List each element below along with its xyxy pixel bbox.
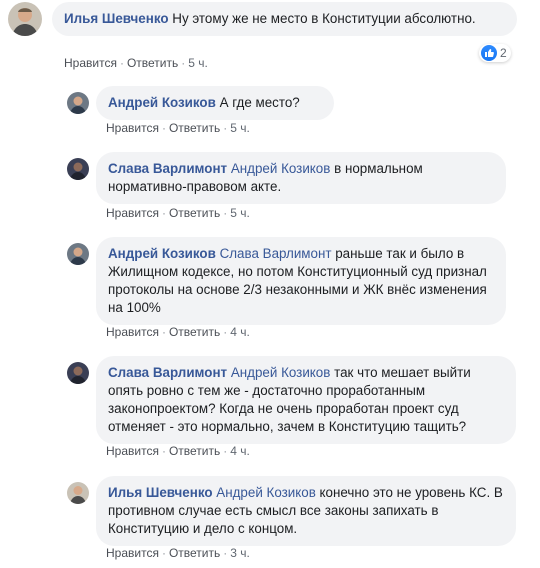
separator: · xyxy=(223,206,228,220)
comment-bubble: Слава Варлимонт Андрей Козиков в нормаль… xyxy=(96,152,506,204)
comment-actions: Нравится · Ответить · 4 ч. xyxy=(106,444,250,458)
separator: · xyxy=(161,121,166,135)
comment-actions: Нравится · Ответить · 5 ч. xyxy=(64,56,208,70)
like-link[interactable]: Нравится xyxy=(106,206,159,220)
comment-time[interactable]: 5 ч. xyxy=(230,121,250,135)
like-link[interactable]: Нравится xyxy=(106,121,159,135)
separator: · xyxy=(223,121,228,135)
separator: · xyxy=(161,206,166,220)
comment-bubble: Андрей Козиков Слава Варлимонт раньше та… xyxy=(96,237,506,325)
reply-link[interactable]: Ответить xyxy=(169,325,220,339)
comment-time[interactable]: 4 ч. xyxy=(230,325,250,339)
avatar[interactable] xyxy=(67,482,89,504)
mention-link[interactable]: Слава Варлимонт xyxy=(220,246,332,261)
reply-link[interactable]: Ответить xyxy=(169,121,220,135)
reaction-count: 2 xyxy=(500,46,507,60)
mention-link[interactable]: Андрей Козиков xyxy=(231,161,331,176)
reply-link[interactable]: Ответить xyxy=(169,546,220,560)
comment-author[interactable]: Слава Варлимонт xyxy=(108,365,227,380)
separator: · xyxy=(223,444,228,458)
mention-link[interactable]: Андрей Козиков xyxy=(216,485,316,500)
like-icon xyxy=(481,45,497,61)
comment-actions: Нравится · Ответить · 3 ч. xyxy=(106,546,250,560)
comment-text: Ну этому же не место в Конституции абсол… xyxy=(172,11,476,26)
like-link[interactable]: Нравится xyxy=(106,546,159,560)
separator: · xyxy=(223,325,228,339)
avatar[interactable] xyxy=(67,158,89,180)
comment-time[interactable]: 3 ч. xyxy=(230,546,250,560)
separator: · xyxy=(161,325,166,339)
avatar[interactable] xyxy=(67,92,89,114)
reply-link[interactable]: Ответить xyxy=(169,206,220,220)
comment-bubble: Илья Шевченко Андрей Козиков конечно это… xyxy=(96,476,516,546)
avatar[interactable] xyxy=(8,2,42,36)
separator: · xyxy=(161,444,166,458)
comment-time[interactable]: 5 ч. xyxy=(188,56,208,70)
comment-time[interactable]: 4 ч. xyxy=(230,444,250,458)
comment-bubble: Андрей Козиков А где место? xyxy=(96,86,334,120)
like-link[interactable]: Нравится xyxy=(106,325,159,339)
comment-author[interactable]: Слава Варлимонт xyxy=(108,161,227,176)
comment-actions: Нравится · Ответить · 5 ч. xyxy=(106,121,250,135)
like-link[interactable]: Нравится xyxy=(64,56,117,70)
comment-author[interactable]: Илья Шевченко xyxy=(64,11,169,26)
separator: · xyxy=(161,546,166,560)
separator: · xyxy=(119,56,124,70)
like-link[interactable]: Нравится xyxy=(106,444,159,458)
reaction-badge[interactable]: 2 xyxy=(479,44,511,62)
reply-link[interactable]: Ответить xyxy=(127,56,178,70)
separator: · xyxy=(223,546,228,560)
comment-bubble: Слава Варлимонт Андрей Козиков так что м… xyxy=(96,356,516,444)
avatar[interactable] xyxy=(67,362,89,384)
comment-actions: Нравится · Ответить · 4 ч. xyxy=(106,325,250,339)
reply-link[interactable]: Ответить xyxy=(169,444,220,458)
comment-author[interactable]: Илья Шевченко xyxy=(108,485,213,500)
avatar[interactable] xyxy=(67,243,89,265)
mention-link[interactable]: Андрей Козиков xyxy=(231,365,331,380)
comment-author[interactable]: Андрей Козиков xyxy=(108,246,216,261)
separator: · xyxy=(181,56,186,70)
comment-time[interactable]: 5 ч. xyxy=(230,206,250,220)
comment-actions: Нравится · Ответить · 5 ч. xyxy=(106,206,250,220)
comment-author[interactable]: Андрей Козиков xyxy=(108,95,216,110)
comment-text: А где место? xyxy=(219,95,300,110)
comment-bubble: Илья Шевченко Ну этому же не место в Кон… xyxy=(52,2,517,36)
